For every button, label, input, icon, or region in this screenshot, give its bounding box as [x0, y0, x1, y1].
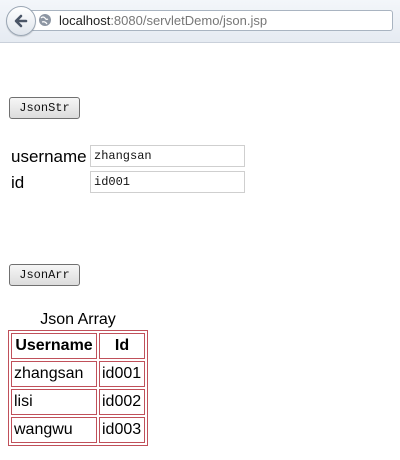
json-str-button[interactable]: JsonStr: [9, 97, 80, 119]
id-field[interactable]: id001: [90, 171, 245, 193]
cell-id: id002: [99, 389, 145, 415]
username-label: username: [11, 147, 87, 166]
table-header-row: Username Id: [11, 333, 145, 359]
url-host: localhost: [59, 13, 111, 28]
cell-username: zhangsan: [11, 361, 97, 387]
header-username: Username: [11, 333, 97, 359]
address-bar[interactable]: localhost:8080/servletDemo/json.jsp: [28, 10, 393, 31]
json-array-table: Username Id zhangsan id001 lisi id002 wa…: [8, 330, 148, 446]
globe-icon: [38, 13, 52, 32]
back-button[interactable]: [6, 6, 36, 36]
url-text[interactable]: localhost:8080/servletDemo/json.jsp: [59, 13, 267, 29]
cell-id: id003: [99, 417, 145, 443]
cell-username: wangwu: [11, 417, 97, 443]
username-field[interactable]: zhangsan: [90, 145, 245, 167]
header-id: Id: [99, 333, 145, 359]
cell-id: id001: [99, 361, 145, 387]
table-row: lisi id002: [11, 389, 145, 415]
url-path: :8080/servletDemo/json.jsp: [110, 13, 268, 28]
table-row: zhangsan id001: [11, 361, 145, 387]
table-caption: Json Array: [40, 311, 116, 328]
cell-username: lisi: [11, 389, 97, 415]
table-row: wangwu id003: [11, 417, 145, 443]
json-arr-button[interactable]: JsonArr: [9, 264, 80, 286]
id-label: id: [11, 173, 25, 192]
browser-toolbar: localhost:8080/servletDemo/json.jsp: [0, 0, 400, 43]
